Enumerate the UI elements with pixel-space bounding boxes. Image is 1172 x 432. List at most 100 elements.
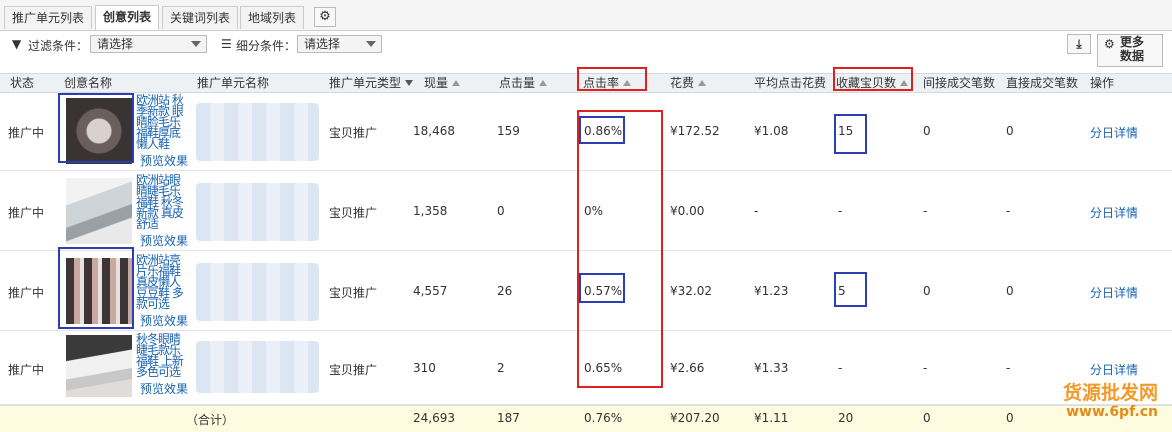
status-cell: 推广中: [8, 206, 45, 220]
favorites-value-highlight: [834, 114, 867, 154]
col-cpc: 平均点击花费: [754, 76, 827, 90]
sort-icon: [539, 80, 548, 86]
unit-type-cell: 宝贝推广: [329, 286, 378, 300]
direct-cell: -: [1006, 361, 1011, 375]
thumbnail-highlight: [58, 93, 134, 163]
clicks-cell: 159: [497, 124, 520, 138]
creative-title-link[interactable]: 欧洲站亮片乐福鞋 真皮懒人豆豆鞋 多款可选: [136, 254, 188, 310]
unit-name-blurred: [196, 183, 319, 241]
segment-select-value: 请选择: [304, 37, 341, 51]
total-label: （合计）: [186, 413, 235, 427]
daily-detail-link[interactable]: 分日详情: [1090, 124, 1138, 141]
col-impressions[interactable]: 现量: [424, 74, 461, 93]
cost-cell: ¥32.02: [670, 284, 712, 298]
tab-creative-list[interactable]: 创意列表: [95, 5, 160, 30]
more-data-button[interactable]: ⚙ 更多 数据: [1097, 34, 1163, 67]
tab-bar: 推广单元列表 创意列表 关键词列表 地域列表 ⚙: [0, 0, 1172, 31]
direct-cell: 0: [1006, 124, 1014, 138]
col-cost[interactable]: 花费: [670, 74, 707, 93]
product-thumbnail[interactable]: [66, 178, 132, 244]
watermark-url: www.6pf.cn: [1066, 404, 1158, 420]
unit-type-cell: 宝贝推广: [329, 206, 378, 220]
chevron-down-icon: [366, 41, 376, 47]
col-status: 状态: [10, 76, 35, 90]
col-unit-name: 推广单元名称: [197, 76, 270, 90]
status-cell: 推广中: [8, 363, 45, 377]
unit-name-blurred: [196, 103, 319, 161]
daily-detail-link[interactable]: 分日详情: [1090, 204, 1138, 221]
thumbnail-highlight: [58, 247, 134, 329]
col-creative-name: 创意名称: [64, 76, 113, 90]
total-impressions: 24,693: [413, 411, 455, 425]
preview-link[interactable]: 预览效果: [140, 232, 188, 249]
cpc-cell: ¥1.23: [754, 284, 789, 298]
cpc-cell: -: [754, 204, 759, 218]
download-icon[interactable]: ⤓: [1067, 34, 1091, 54]
total-clicks: 187: [497, 411, 520, 425]
ctr-value-highlight: [579, 116, 625, 144]
settings-gear-icon[interactable]: ⚙: [314, 7, 336, 27]
more-data-label-1: 更多: [1120, 35, 1145, 49]
cost-cell: ¥0.00: [670, 204, 705, 218]
filter-select[interactable]: 请选择: [90, 35, 207, 53]
col-impressions-label: 现量: [424, 76, 449, 90]
col-unit-type[interactable]: 推广单元类型: [329, 74, 414, 93]
total-direct: 0: [1006, 411, 1014, 425]
preview-link[interactable]: 预览效果: [140, 380, 188, 397]
impressions-cell: 4,557: [413, 284, 448, 298]
chevron-down-icon: [191, 41, 201, 47]
cpc-cell: ¥1.33: [754, 361, 789, 375]
total-cost: ¥207.20: [670, 411, 720, 425]
ctr-header-highlight: [577, 67, 647, 91]
tab-region-list[interactable]: 地域列表: [240, 6, 305, 29]
col-direct: 直接成交笔数: [1006, 76, 1079, 90]
unit-name-blurred: [196, 341, 319, 393]
preview-link[interactable]: 预览效果: [140, 312, 188, 329]
watermark-text: 货源批发网: [1062, 382, 1158, 404]
favorites-cell: -: [838, 204, 843, 218]
segment-select[interactable]: 请选择: [297, 35, 382, 53]
ctr-value-highlight: [579, 273, 625, 303]
col-unit-type-label: 推广单元类型: [329, 76, 402, 90]
favorites-value-highlight: [834, 272, 867, 307]
impressions-cell: 18,468: [413, 124, 455, 138]
total-favorites: 20: [838, 411, 854, 425]
creative-title-link[interactable]: 秋冬眼睛睫毛款乐福鞋 上新 多色可选: [136, 333, 188, 378]
status-cell: 推广中: [8, 286, 45, 300]
filter-label: 过滤条件：: [28, 39, 89, 53]
filter-select-value: 请选择: [97, 37, 134, 51]
filter-funnel-icon: ▼: [12, 37, 22, 51]
unit-type-cell: 宝贝推广: [329, 363, 378, 377]
indirect-cell: 0: [923, 284, 931, 298]
status-cell: 推广中: [8, 126, 45, 140]
total-row: （合计） 24,693 187 0.76% ¥207.20 ¥1.11 20 0…: [0, 405, 1172, 432]
product-thumbnail[interactable]: [66, 335, 132, 397]
clicks-cell: 2: [497, 361, 505, 375]
cost-cell: ¥2.66: [670, 361, 705, 375]
col-clicks[interactable]: 点击量: [499, 74, 548, 93]
daily-detail-link[interactable]: 分日详情: [1090, 361, 1138, 378]
segment-label: 细分条件：: [236, 39, 297, 53]
impressions-cell: 1,358: [413, 204, 448, 218]
col-action: 操作: [1090, 76, 1115, 90]
unit-name-blurred: [196, 263, 319, 321]
more-data-label-2: 数据: [1120, 49, 1145, 63]
creative-title-link[interactable]: 欧洲站眼睛睫毛乐福鞋 秋冬新款 真皮舒适: [136, 174, 188, 230]
col-clicks-label: 点击量: [499, 76, 536, 90]
cpc-cell: ¥1.08: [754, 124, 789, 138]
list-icon: ☰: [221, 37, 232, 51]
favorites-cell: -: [838, 361, 843, 375]
impressions-cell: 310: [413, 361, 436, 375]
clicks-cell: 0: [497, 204, 505, 218]
indirect-cell: -: [923, 204, 928, 218]
tab-unit-list[interactable]: 推广单元列表: [4, 6, 93, 29]
total-ctr: 0.76%: [584, 411, 623, 425]
daily-detail-link[interactable]: 分日详情: [1090, 284, 1138, 301]
direct-cell: -: [1006, 204, 1011, 218]
sort-icon: [698, 80, 707, 86]
col-indirect: 间接成交笔数: [923, 76, 996, 90]
creative-title-link[interactable]: 欧洲站 秋季新款 眼睛脸毛乐福鞋厚底懒人鞋: [136, 94, 188, 150]
tab-keyword-list[interactable]: 关键词列表: [162, 6, 239, 29]
ctr-column-highlight: [577, 110, 663, 388]
preview-link[interactable]: 预览效果: [140, 152, 188, 169]
